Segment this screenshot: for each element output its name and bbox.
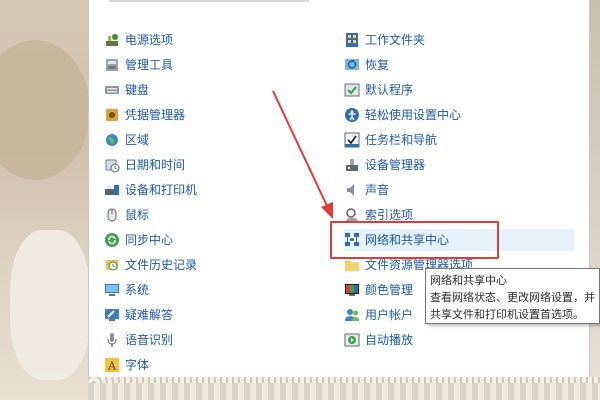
- cp-item-label: 设备和打印机: [125, 183, 198, 197]
- admin-tools-icon: [104, 57, 120, 73]
- work-folders-icon: [344, 32, 360, 48]
- cp-item-label: 用户帐户: [365, 308, 414, 322]
- tooltip-line-1: 查看网络状态、更改网络设置，并: [430, 291, 595, 304]
- cp-item-label: 凭据管理器: [125, 108, 186, 122]
- cp-item-label: 语音识别: [125, 333, 174, 347]
- taskbar-navigation-icon: [344, 132, 360, 148]
- cp-item-device-manager[interactable]: 设备管理器: [344, 154, 425, 176]
- cp-item-label: 日期和时间: [125, 158, 186, 172]
- cp-item-label: 默认程序: [365, 83, 414, 97]
- cp-item-keyboard[interactable]: 键盘: [104, 79, 149, 101]
- desktop-wallpaper-bottom: [88, 377, 600, 400]
- date-time-icon: [104, 157, 120, 173]
- cp-item-admin-tools[interactable]: 管理工具: [104, 54, 173, 76]
- cp-item-label: 自动播放: [365, 333, 414, 347]
- cp-item-devices-printers[interactable]: 设备和打印机: [104, 179, 197, 201]
- ease-of-access-icon: [344, 107, 360, 123]
- cp-item-date-time[interactable]: 日期和时间: [104, 154, 185, 176]
- fonts-icon: A: [104, 357, 120, 373]
- cp-item-speech-recognition[interactable]: 语音识别: [104, 329, 173, 351]
- cp-item-mouse[interactable]: 鼠标: [104, 204, 149, 226]
- desktop-wallpaper-left: [0, 0, 90, 400]
- color-management-icon: [344, 282, 360, 298]
- cp-item-label: 疑难解答: [125, 308, 174, 322]
- cp-item-label: 设备管理器: [365, 158, 426, 172]
- sync-center-icon: [104, 232, 120, 248]
- user-accounts-icon: [344, 307, 360, 323]
- credential-manager-icon: [104, 107, 120, 123]
- region-icon: [104, 132, 120, 148]
- cp-item-file-history[interactable]: 文件历史记录: [104, 254, 197, 276]
- svg-text:A: A: [107, 360, 117, 373]
- wallpaper-shape: [0, 40, 90, 180]
- cp-item-label: 文件历史记录: [125, 258, 198, 272]
- keyboard-icon: [104, 82, 120, 98]
- cp-item-power-options[interactable]: 电源选项: [104, 29, 173, 51]
- cp-item-credential-manager[interactable]: 凭据管理器: [104, 104, 185, 126]
- cp-item-label: 工作文件夹: [365, 33, 426, 47]
- cp-item-label: 颜色管理: [365, 283, 414, 297]
- cp-item-label: 声音: [365, 183, 390, 197]
- cp-item-label: 字体: [125, 358, 150, 372]
- tooltip-title: 网络和共享中心: [430, 274, 507, 287]
- wallpaper-shape: [10, 230, 90, 380]
- cp-item-label: 鼠标: [125, 208, 150, 222]
- cp-item-taskbar-navigation[interactable]: 任务栏和导航: [344, 129, 437, 151]
- cp-item-system[interactable]: 系统: [104, 279, 149, 301]
- cp-item-region[interactable]: 区域: [104, 129, 149, 151]
- cut-off-header: [109, 0, 309, 2]
- cp-item-autoplay[interactable]: 自动播放: [344, 329, 413, 351]
- cp-item-label: 任务栏和导航: [365, 133, 438, 147]
- mouse-icon: [104, 207, 120, 223]
- default-programs-icon: [344, 82, 360, 98]
- power-options-icon: [104, 32, 120, 48]
- troubleshooting-icon: [104, 307, 120, 323]
- tooltip-network-sharing: 网络和共享中心 查看网络状态、更改网络设置，并 共享文件和打印机设置首选项。: [425, 268, 600, 324]
- cp-item-sound[interactable]: 声音: [344, 179, 389, 201]
- autoplay-icon: [344, 332, 360, 348]
- cp-item-label: 电源选项: [125, 33, 174, 47]
- file-history-icon: [104, 257, 120, 273]
- cp-item-default-programs[interactable]: 默认程序: [344, 79, 413, 101]
- cp-item-color-management[interactable]: 颜色管理: [344, 279, 413, 301]
- cp-item-label: 键盘: [125, 83, 150, 97]
- cp-item-label: 恢复: [365, 58, 390, 72]
- cp-item-label: 轻松使用设置中心: [365, 108, 462, 122]
- cp-item-fonts[interactable]: A 字体: [104, 354, 149, 376]
- recovery-icon: [344, 57, 360, 73]
- system-icon: [104, 282, 120, 298]
- file-explorer-options-icon: [344, 257, 360, 273]
- device-manager-icon: [344, 157, 360, 173]
- speech-recognition-icon: [104, 332, 120, 348]
- tooltip-line-2: 共享文件和打印机设置首选项。: [430, 308, 584, 321]
- cp-item-recovery[interactable]: 恢复: [344, 54, 389, 76]
- cp-item-label: 区域: [125, 133, 150, 147]
- annotation-highlight-box: [330, 221, 499, 259]
- cp-item-ease-of-access[interactable]: 轻松使用设置中心: [344, 104, 461, 126]
- cp-item-label: 管理工具: [125, 58, 174, 72]
- cp-item-work-folders[interactable]: 工作文件夹: [344, 29, 425, 51]
- cp-item-label: 系统: [125, 283, 150, 297]
- cp-item-troubleshooting[interactable]: 疑难解答: [104, 304, 173, 326]
- cp-item-label: 同步中心: [125, 233, 174, 247]
- cp-item-user-accounts[interactable]: 用户帐户: [344, 304, 413, 326]
- sound-icon: [344, 182, 360, 198]
- desktop-wallpaper-right: [590, 0, 600, 400]
- cp-item-sync-center[interactable]: 同步中心: [104, 229, 173, 251]
- devices-printers-icon: [104, 182, 120, 198]
